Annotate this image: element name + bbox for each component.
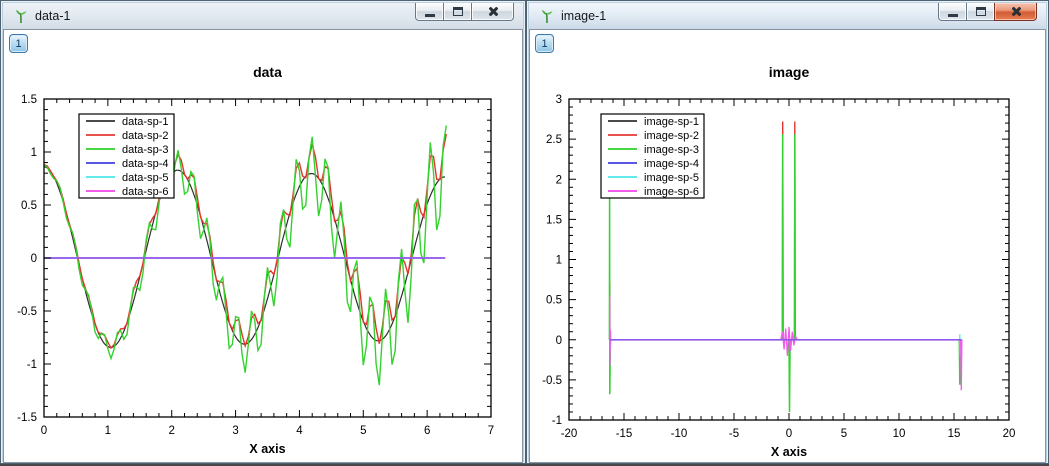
y-tick-label: 1	[31, 147, 37, 159]
sprout-icon[interactable]	[539, 8, 555, 24]
window-title: data-1	[35, 9, 70, 23]
x-tick-label: -15	[616, 428, 633, 440]
sprout-icon[interactable]	[13, 8, 29, 24]
y-tick-label: 2	[556, 174, 562, 186]
minimize-icon	[425, 14, 435, 17]
x-tick-label: 1	[105, 425, 111, 437]
plot-title: image	[769, 64, 810, 80]
x-tick-label: 20	[1003, 428, 1016, 440]
legend-label-image-sp-5: image-sp-5	[644, 172, 699, 184]
close-icon	[1010, 6, 1022, 17]
close-button[interactable]	[994, 3, 1037, 21]
legend-label-data-sp-2: data-sp-2	[122, 130, 168, 142]
legend-label-data-sp-5: data-sp-5	[122, 172, 168, 184]
x-tick-label: -5	[729, 428, 739, 440]
page-tab-1[interactable]: 1	[9, 34, 28, 53]
legend-label-image-sp-4: image-sp-4	[644, 158, 699, 170]
x-tick-label: 2	[169, 425, 175, 437]
y-tick-label: 2.5	[546, 134, 562, 146]
x-tick-label: 7	[488, 425, 494, 437]
legend-label-image-sp-6: image-sp-6	[644, 186, 699, 198]
legend-label-image-sp-3: image-sp-3	[644, 144, 699, 156]
x-tick-label: -10	[671, 428, 688, 440]
legend-label-data-sp-3: data-sp-3	[122, 144, 168, 156]
y-tick-label: 0.5	[546, 295, 562, 307]
x-tick-label: 6	[424, 425, 430, 437]
y-tick-label: 0	[31, 253, 37, 265]
window-image-1: image-1 1 image-20-15-10-50510152032.521…	[526, 0, 1049, 464]
x-tick-label: 3	[232, 425, 238, 437]
image-plot[interactable]: image -20 -15 -10 -5 0 5 10 15 20 3 2.5 2 1.5 1 0.5 0 -0.…	[530, 30, 1046, 462]
x-axis-label: X axis	[249, 442, 285, 456]
legend-label-data-sp-4: data-sp-4	[122, 158, 168, 170]
titlebar-image-1[interactable]: image-1	[529, 3, 1046, 29]
y-tick-label: -0.5	[17, 306, 37, 318]
x-tick-label: 0	[786, 428, 792, 440]
restore-button[interactable]	[966, 3, 995, 21]
y-tick-label: -1	[552, 415, 562, 427]
window-data-1: data-1 1 data 0 1 2 3 4 5 6 7 1.5 1 0.5 0 -0.5 -1 -1.5 X…	[0, 0, 526, 464]
y-tick-label: -0.5	[542, 375, 562, 387]
x-tick-label: 10	[893, 428, 906, 440]
close-icon	[487, 6, 499, 17]
x-tick-label: 15	[948, 428, 961, 440]
y-tick-label: 0.5	[21, 200, 37, 212]
y-tick-label: -1	[27, 359, 37, 371]
x-tick-label: -20	[561, 428, 578, 440]
titlebar-data-1[interactable]: data-1	[3, 3, 523, 29]
restore-button[interactable]	[443, 3, 472, 21]
legend-label-image-sp-2: image-sp-2	[644, 130, 699, 142]
legend-label-data-sp-6: data-sp-6	[122, 186, 168, 198]
plot-title: data	[253, 64, 282, 80]
x-tick-label: 5	[841, 428, 847, 440]
restore-icon	[453, 7, 463, 16]
close-button[interactable]	[471, 3, 514, 21]
plot-page-data: 1 data012345671.510.50-0.5-1-1.5X axisda…	[3, 29, 523, 463]
legend-label-image-sp-1: image-sp-1	[644, 116, 699, 128]
y-tick-label: 3	[556, 94, 562, 106]
data-plot[interactable]: data 0 1 2 3 4 5 6 7 1.5 1 0.5 0 -0.5 -1 -1.5 X axis data…	[4, 30, 523, 462]
y-tick-label: 1.5	[21, 94, 37, 106]
x-axis-label: X axis	[771, 445, 807, 459]
minimize-icon	[948, 14, 958, 17]
x-tick-label: 5	[360, 425, 366, 437]
y-tick-label: 0	[556, 335, 562, 347]
minimize-button[interactable]	[938, 3, 967, 21]
page-tab-1[interactable]: 1	[535, 34, 554, 53]
restore-icon	[976, 7, 986, 16]
x-tick-label: 0	[41, 425, 47, 437]
legend-label-data-sp-1: data-sp-1	[122, 116, 168, 128]
window-title: image-1	[561, 9, 606, 23]
plot-page-image: 1 image -20 -15 -10 -5 0 5 10 15 20 3 2.5 2 1.5 1 0.5 0 -…	[529, 29, 1046, 463]
y-tick-label: -1.5	[17, 412, 37, 424]
y-tick-label: 1	[556, 255, 562, 267]
y-tick-label: 1.5	[546, 214, 562, 226]
x-tick-label: 4	[296, 425, 303, 437]
minimize-button[interactable]	[415, 3, 444, 21]
